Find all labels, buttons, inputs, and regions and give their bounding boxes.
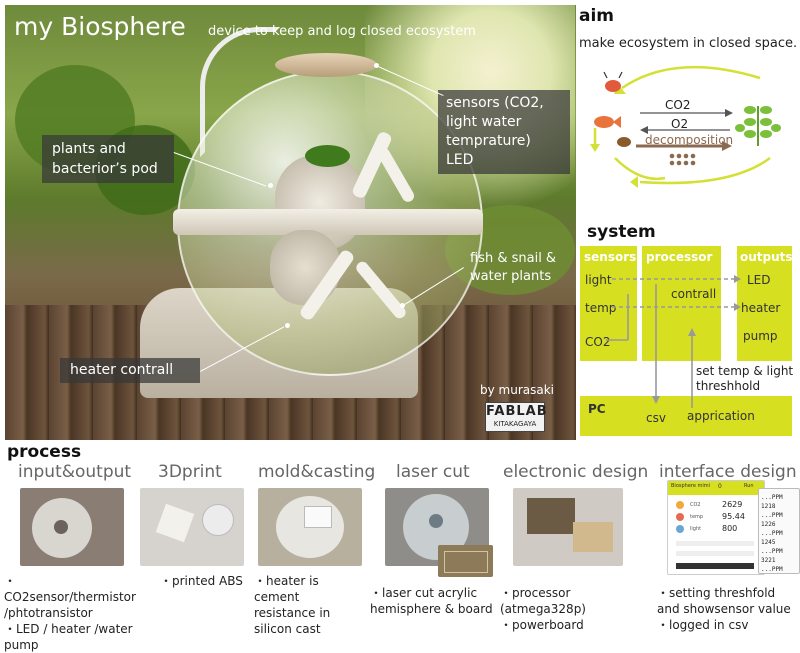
page-title: my Biosphere [14,12,186,41]
pod-pointer-dot [268,183,273,188]
step-title-electronic-design: electronic design [503,462,649,482]
cycle-arrow-top [621,65,761,90]
process-heading: process [7,442,82,462]
csv-log-line: ...PPM 1226 [761,512,783,528]
fish-label: fish & snail & water plants [470,251,557,284]
seed-icon [617,137,631,147]
caption-electronic-design: ・processor (atmega328p) ・powerboard [500,586,586,632]
o2-label: O2 [671,117,689,131]
caption-input-output: ・CO2sensor/thermistor /phtotransistor ・L… [4,574,136,652]
moss-plants [305,145,350,167]
decomposition-label: decomposition [645,133,734,147]
thumb-pcb-board [438,545,493,577]
co2-label: CO2 [665,98,691,112]
cycle-arrowhead-left [590,144,600,152]
interface-slider[interactable] [676,551,754,556]
heater-label: heater contrall [60,358,200,383]
sensors-text: sensors (CO2, light water temprature) [446,95,544,149]
interface-app-title: Biosphere mimi [671,483,711,489]
step-title-interface-design: interface design [659,462,797,482]
cycle-arrow-bottom-left [614,157,666,181]
thermometer-icon [676,513,684,521]
caption-3dprint: ・printed ABS [160,574,243,588]
system-heading: system [587,222,656,242]
fish-icon [594,116,614,128]
csv-log-line: ...PPM 1245 [761,530,783,546]
interface-reading-light: 800 [722,524,738,533]
aim-text: make ecosystem in closed space. [579,36,798,51]
heater-text: heater contrall [70,362,174,378]
csv-log-line: ...PPM 1218 [761,494,783,510]
interface-reading-label: light [690,526,702,532]
plant-icon [735,106,781,146]
credit-text: by murasaki [480,383,555,397]
pod-text: plants and bacterior’s pod [52,141,158,177]
csv-log-window: ...PPM 1218 ...PPM 1226 ...PPM 1245 ...P… [758,488,800,574]
csv-log-line: ...PPM 1233 [761,566,783,573]
fablab-logo-text: FABLAB [486,404,548,419]
step-title-mold-casting: mold&casting [258,462,376,482]
interface-value-a: 0 [718,483,722,490]
set-threshold-label: set temp & light threshhold [696,364,794,393]
globe-lid [275,53,377,77]
led-text: LED [446,152,474,168]
bacteria-dots [669,153,696,166]
aim-heading: aim [579,6,615,26]
co2-icon [676,525,684,533]
system-flow-arrows [606,275,741,408]
caption-laser-cut: ・laser cut acrylic hemisphere & board [370,586,493,616]
csv-log-line: ...PPM 3221 [761,548,783,564]
step-title-input-output: input&output [18,462,132,482]
thumb-mold-casting [258,488,362,566]
page-subtitle: device to keep and log closed ecosystem [208,24,476,39]
co2-arrowhead [725,109,733,117]
fish-pointer-dot [400,303,405,308]
heater-pointer-dot [285,323,290,328]
snail-icon [605,80,621,92]
sensors-label: sensors (CO2, light water temprature) LE… [438,90,570,174]
interface-reading-co2: 2629 [722,500,743,509]
cycle-arrowhead-bottom [630,176,638,188]
interface-send-button[interactable] [676,563,754,569]
interface-value-b: Run [744,483,754,489]
sun-icon [676,501,684,509]
thumb-3dprint [140,488,244,566]
thumb-electronic-design [513,488,623,566]
globe-ring [173,209,483,235]
caption-interface-design: ・setting threshfold and showsensor value… [657,586,791,632]
caption-mold-casting: ・heater is cement resistance in silicon … [254,574,331,636]
csv-log-lines: ...PPM 1218 ...PPM 1226 ...PPM 1245 ...P… [761,493,799,573]
step-title-3dprint: 3Dprint [158,462,222,482]
interface-reading-temp: 95.44 [722,512,745,521]
fablab-logo-subtext: KITAKAGAYA [493,420,537,428]
thumb-input-output [20,488,124,566]
step-title-laser-cut: laser cut [396,462,470,482]
ecosystem-cycle-diagram [590,65,781,188]
thumb-interface-design: Biosphere mimi 0 Run CO2 2629 temp 95.44… [667,480,765,575]
fablab-logo: FABLAB KITAKAGAYA [485,402,548,432]
pod-label: plants and bacterior’s pod [42,135,174,183]
interface-reading-label: CO2 [690,502,701,508]
interface-slider[interactable] [676,541,754,546]
interface-reading-label: temp [690,514,704,520]
